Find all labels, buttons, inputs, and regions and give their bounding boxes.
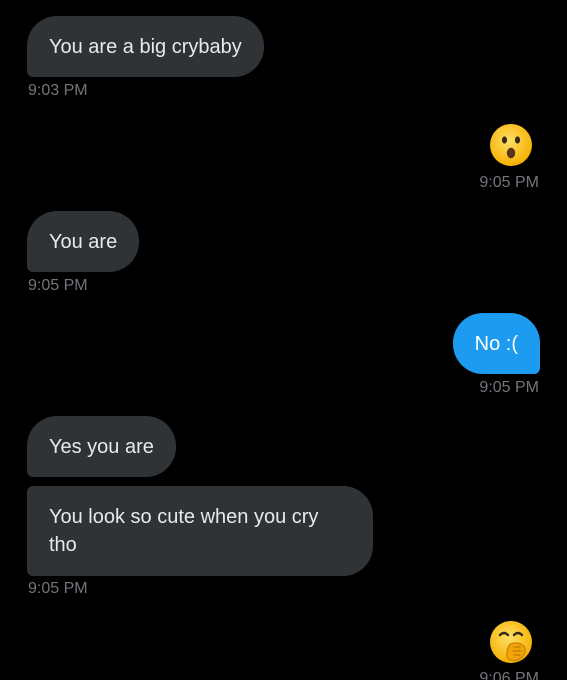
message-timestamp: 9:03 PM xyxy=(28,82,88,99)
message-text: Yes you are xyxy=(49,436,154,458)
hushed-face-emoji-icon[interactable] xyxy=(489,123,533,167)
message-timestamp: 9:06 PM xyxy=(479,670,539,680)
message-timestamp: 9:05 PM xyxy=(28,277,88,294)
face-with-hand-over-mouth-emoji-icon[interactable] xyxy=(489,620,533,664)
conversation-thread: You are a big crybaby 9:03 PM 9:05 PM Yo… xyxy=(0,0,567,680)
received-message-bubble[interactable]: Yes you are xyxy=(27,416,176,477)
message-timestamp: 9:05 PM xyxy=(28,580,88,597)
message-text: You look so cute when you cry tho xyxy=(49,506,319,556)
received-message-bubble[interactable]: You are xyxy=(27,211,140,272)
message-timestamp: 9:05 PM xyxy=(479,379,539,396)
message-text: You are xyxy=(49,231,118,253)
message-timestamp: 9:05 PM xyxy=(479,174,539,191)
message-text: No :( xyxy=(474,333,518,355)
received-message-bubble[interactable]: You look so cute when you cry tho xyxy=(27,486,373,576)
message-text: You are a big crybaby xyxy=(49,36,242,58)
sent-message-bubble[interactable]: No :( xyxy=(452,313,540,374)
received-message-bubble[interactable]: You are a big crybaby xyxy=(27,16,264,77)
